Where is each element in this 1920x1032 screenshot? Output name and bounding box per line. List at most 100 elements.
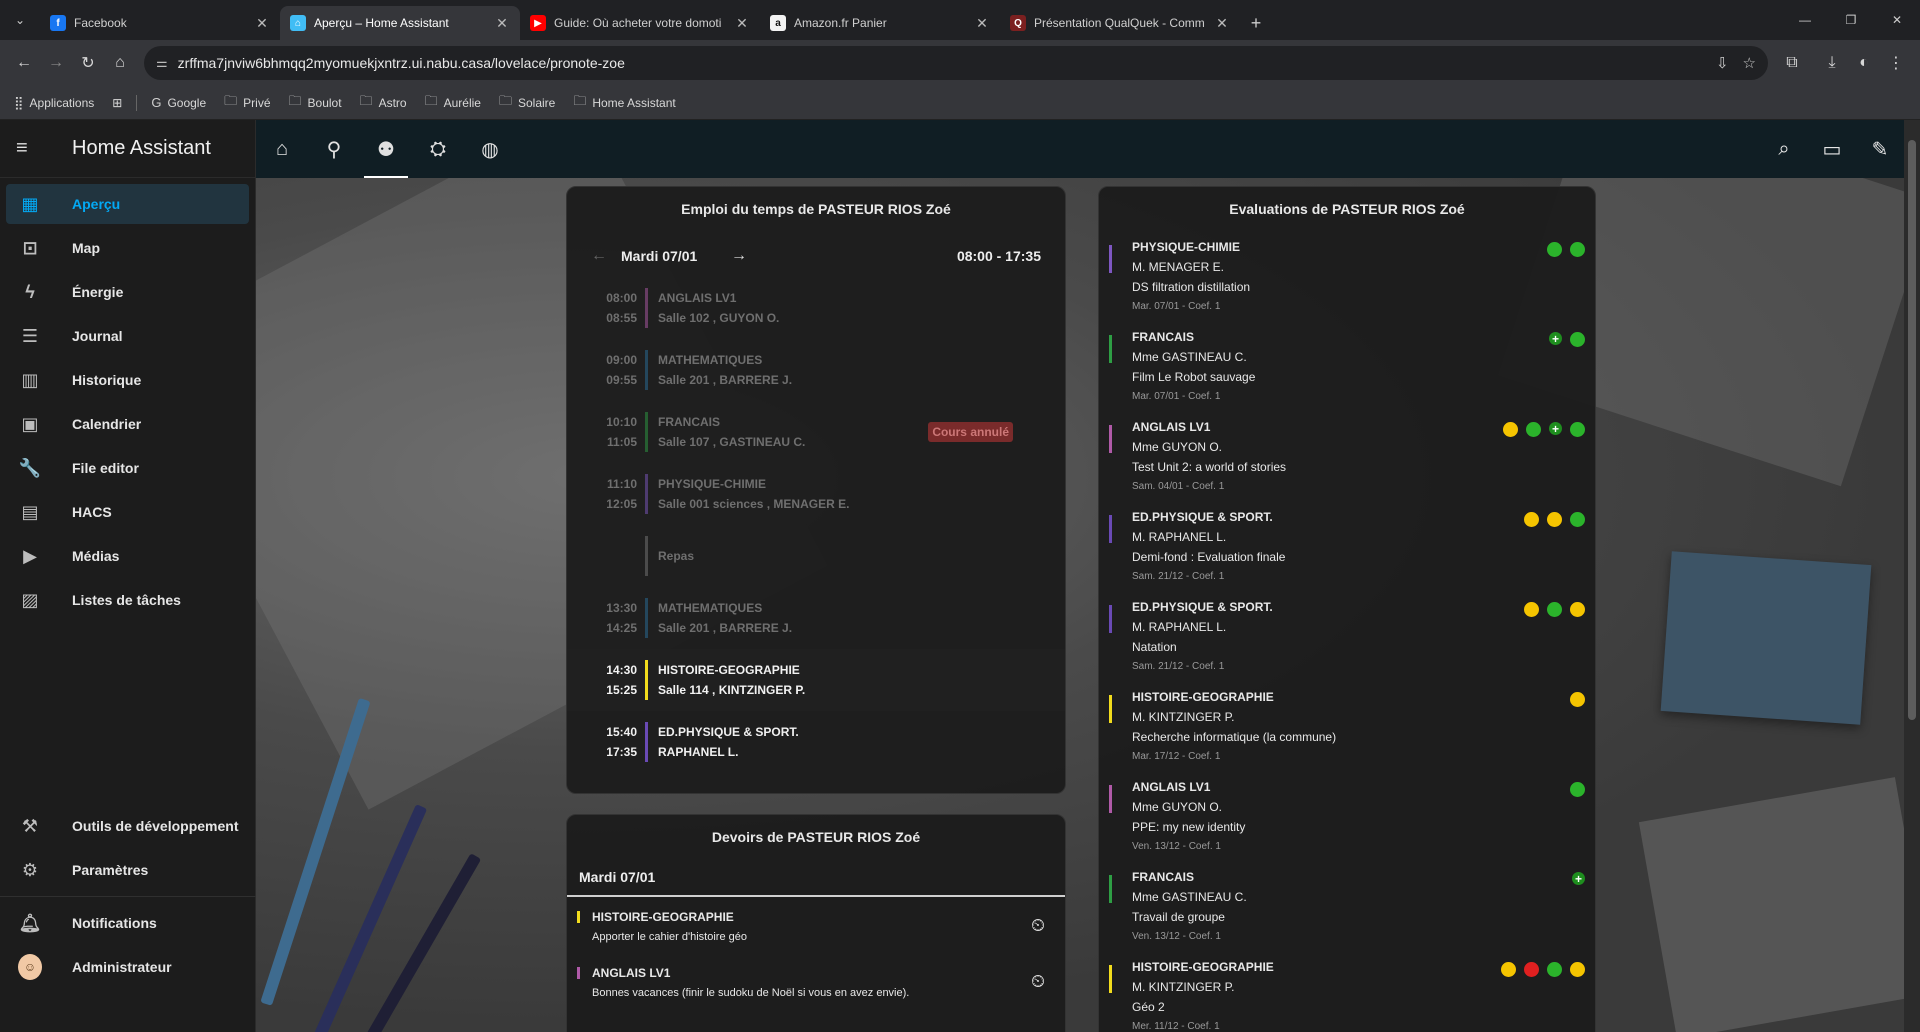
sidebar-item-list[interactable]: ☰ Journal <box>6 316 249 356</box>
background-pencil-navy <box>310 804 428 1032</box>
page-scrollbar[interactable] <box>1904 120 1920 1032</box>
reload-icon[interactable]: ↻ <box>72 47 104 79</box>
sidebar-item-chart[interactable]: ▥ Historique <box>6 360 249 400</box>
view-globe-icon[interactable]: ◍ <box>464 120 516 178</box>
edit-pencil-icon[interactable]: ✎ <box>1856 125 1904 173</box>
bookmark-item[interactable]: G Google <box>151 95 206 110</box>
lesson-row[interactable]: 08:00 08:55 ANGLAIS LV1 Salle 102 , GUYON O… <box>567 277 1065 339</box>
sidebar-item-calendar[interactable]: ▣ Calendrier <box>6 404 249 444</box>
evaluation-item[interactable]: ED.PHYSIQUE & SPORT. M. RAPHANEL L. Demi-f… <box>1099 497 1595 587</box>
browser-tab[interactable]: Q Présentation QualQuek - Comm ✕ <box>1000 6 1240 40</box>
tab-search-chevron-icon[interactable]: ⌄ <box>0 0 40 40</box>
lesson-times: 10:10 11:05 <box>597 412 637 452</box>
sidebar-item-clipboard[interactable]: ▨ Listes de tâches <box>6 580 249 620</box>
sidebar-item-wrench[interactable]: 🔧 File editor <box>6 448 249 488</box>
evaluation-item[interactable]: HISTOIRE-GEOGRAPHIE M. KINTZINGER P. Géo 2… <box>1099 947 1595 1032</box>
lesson-row[interactable]: 14:30 15:25 HISTOIRE-GEOGRAPHIE Salle 114 ,… <box>567 649 1065 711</box>
lesson-row[interactable]: Repas <box>567 525 1065 587</box>
browser-tab[interactable]: ⌂ Aperçu – Home Assistant ✕ <box>280 6 520 40</box>
evaluation-item[interactable]: FRANCAIS Mme GASTINEAU C. Travail de group… <box>1099 857 1595 947</box>
search-icon[interactable]: ⌕ <box>1760 125 1808 173</box>
restore-icon[interactable]: ❐ <box>1828 0 1874 40</box>
browser-tab[interactable]: ▶ Guide: Où acheter votre domoti ✕ <box>520 6 760 40</box>
tab-close-icon[interactable]: ✕ <box>734 15 750 32</box>
view-home-icon[interactable]: ⌂ <box>256 120 308 178</box>
evaluation-item[interactable]: FRANCAIS Mme GASTINEAU C. Film Le Robot sa… <box>1099 317 1595 407</box>
menu-collapse-icon[interactable]: ≡ <box>16 137 40 160</box>
lesson-row[interactable]: 09:00 09:55 MATHEMATIQUES Salle 201 , BARRE… <box>567 339 1065 401</box>
browser-menu-icon[interactable]: ⋮ <box>1880 47 1912 79</box>
sidebar-item-dashboard[interactable]: ▦ Aperçu <box>6 184 249 224</box>
next-day-arrow-icon[interactable]: → <box>731 247 761 265</box>
homework-pending-icon[interactable]: ⏲ <box>1023 963 1053 1019</box>
close-window-icon[interactable]: ✕ <box>1874 0 1920 40</box>
sidebar-item-hacs[interactable]: ▤ HACS <box>6 492 249 532</box>
forward-icon[interactable]: → <box>40 47 72 79</box>
lesson-row[interactable]: 13:30 14:25 MATHEMATIQUES Salle 201 , BARRE… <box>567 587 1065 649</box>
tab-close-icon[interactable]: ✕ <box>1214 15 1230 32</box>
evaluation-meta: Sam. 04/01 - Coef. 1 <box>1132 481 1225 492</box>
evaluation-subject: ANGLAIS LV1 <box>1132 420 1211 434</box>
bookmark-label: Astro <box>378 95 407 110</box>
lesson-row[interactable]: 11:10 12:05 PHYSIQUE-CHIMIE Salle 001 scien… <box>567 463 1065 525</box>
homework-pending-icon[interactable]: ⏲ <box>1023 907 1053 963</box>
evaluation-item[interactable]: PHYSIQUE-CHIMIE M. MENAGER E. DS filtratio… <box>1099 227 1595 317</box>
lesson-room: Salle 114 , KINTZINGER P. <box>658 683 806 697</box>
downloads-icon[interactable]: ⤓ <box>1816 47 1848 79</box>
evaluation-item[interactable]: ANGLAIS LV1 Mme GUYON O. Test Unit 2: a wo… <box>1099 407 1595 497</box>
homework-item[interactable]: HISTOIRE-GEOGRAPHIE Apporter le cahier d'… <box>567 907 1065 963</box>
tab-list: f Facebook ✕ ⌂ Aperçu – Home Assistant ✕ ▶ Guid… <box>40 6 1240 40</box>
evaluation-item[interactable]: HISTOIRE-GEOGRAPHIE M. KINTZINGER P. Reche… <box>1099 677 1595 767</box>
browser-tab[interactable]: f Facebook ✕ <box>40 6 280 40</box>
url-field[interactable]: ⚌ zrffma7jnviw6bhmqq2myomuekjxntrz.ui.na… <box>144 46 1768 80</box>
evaluation-item[interactable]: ED.PHYSIQUE & SPORT. M. RAPHANEL L. Natati… <box>1099 587 1595 677</box>
view-map-pin-icon[interactable]: ⚲ <box>308 120 360 178</box>
evaluation-color-bar <box>1109 425 1112 453</box>
homework-item[interactable]: ANGLAIS LV1 Bonnes vacances (finir le sud… <box>567 963 1065 1019</box>
lesson-row[interactable]: 15:40 17:35 ED.PHYSIQUE & SPORT. RAPHANEL L… <box>567 711 1065 773</box>
lesson-row[interactable]: 10:10 11:05 FRANCAIS Salle 107 , GASTINEAU … <box>567 401 1065 463</box>
tab-close-icon[interactable]: ✕ <box>494 15 510 32</box>
sidebar-item-user[interactable]: ☺ Administrateur <box>6 947 250 987</box>
view-student-icon[interactable]: ⚉ <box>360 120 412 178</box>
bookmark-star-icon[interactable]: ☆ <box>1743 54 1756 72</box>
bookmark-item[interactable]: 🗀 Home Assistant <box>573 92 675 114</box>
back-icon[interactable]: ← <box>8 47 40 79</box>
sidebar-item-gear[interactable]: ⚙ Paramètres <box>6 850 250 890</box>
assist-chat-icon[interactable]: ▭ <box>1808 125 1856 173</box>
bookmark-item[interactable]: 🗀 Solaire <box>499 92 555 114</box>
sidebar-item-media[interactable]: ▶ Médias <box>6 536 249 576</box>
evaluation-color-bar <box>1109 245 1112 273</box>
view-vacuum-icon[interactable]: ⛭ <box>412 120 464 178</box>
bookmark-item[interactable]: 🗀 Aurélie <box>425 92 481 114</box>
sidebar-item-hammer[interactable]: ⚒ Outils de développement <box>6 806 250 846</box>
scrollbar-thumb[interactable] <box>1908 140 1916 720</box>
new-tab-button[interactable]: + <box>1240 6 1272 40</box>
evaluation-meta: Mar. 07/01 - Coef. 1 <box>1132 301 1221 312</box>
browser-tab[interactable]: a Amazon.fr Panier ✕ <box>760 6 1000 40</box>
sidebar-item-notifications[interactable]: 🔔︎ Notifications <box>6 903 250 943</box>
tab-close-icon[interactable]: ✕ <box>974 15 990 32</box>
previous-day-arrow-icon[interactable]: ← <box>591 247 621 265</box>
install-app-icon[interactable]: ⇩ <box>1716 54 1729 72</box>
sidebar-item-lightning[interactable]: ϟ Énergie <box>6 272 249 312</box>
site-info-icon[interactable]: ⚌ <box>156 55 168 71</box>
sidebar-item-label: File editor <box>72 460 139 476</box>
home-icon[interactable]: ⌂ <box>104 47 136 79</box>
tab-close-icon[interactable]: ✕ <box>254 15 270 32</box>
sidebar-item-label: Historique <box>72 372 142 388</box>
sidebar-item-map[interactable]: ⊡ Map <box>6 228 249 268</box>
profile-icon[interactable]: ◐ <box>1848 47 1880 79</box>
lesson-start: 13:30 <box>606 601 637 615</box>
bookmark-item[interactable]: 🗀 Astro <box>360 92 407 114</box>
minimize-icon[interactable]: — <box>1782 0 1828 40</box>
lesson-start: 09:00 <box>606 353 637 367</box>
homework-subject: ANGLAIS LV1 <box>592 966 671 980</box>
evaluation-name: Test Unit 2: a world of stories <box>1132 460 1287 474</box>
bookmark-item[interactable]: 🗀 Privé <box>224 92 270 114</box>
extensions-icon[interactable]: ⧉ <box>1776 47 1808 79</box>
bookmark-grid-icon[interactable]: ⊞ <box>112 96 122 110</box>
bookmark-item[interactable]: 🗀 Boulot <box>289 92 342 114</box>
evaluation-item[interactable]: ANGLAIS LV1 Mme GUYON O. PPE: my new ident… <box>1099 767 1595 857</box>
bookmark-item[interactable]: ⣿ Applications <box>14 95 94 111</box>
